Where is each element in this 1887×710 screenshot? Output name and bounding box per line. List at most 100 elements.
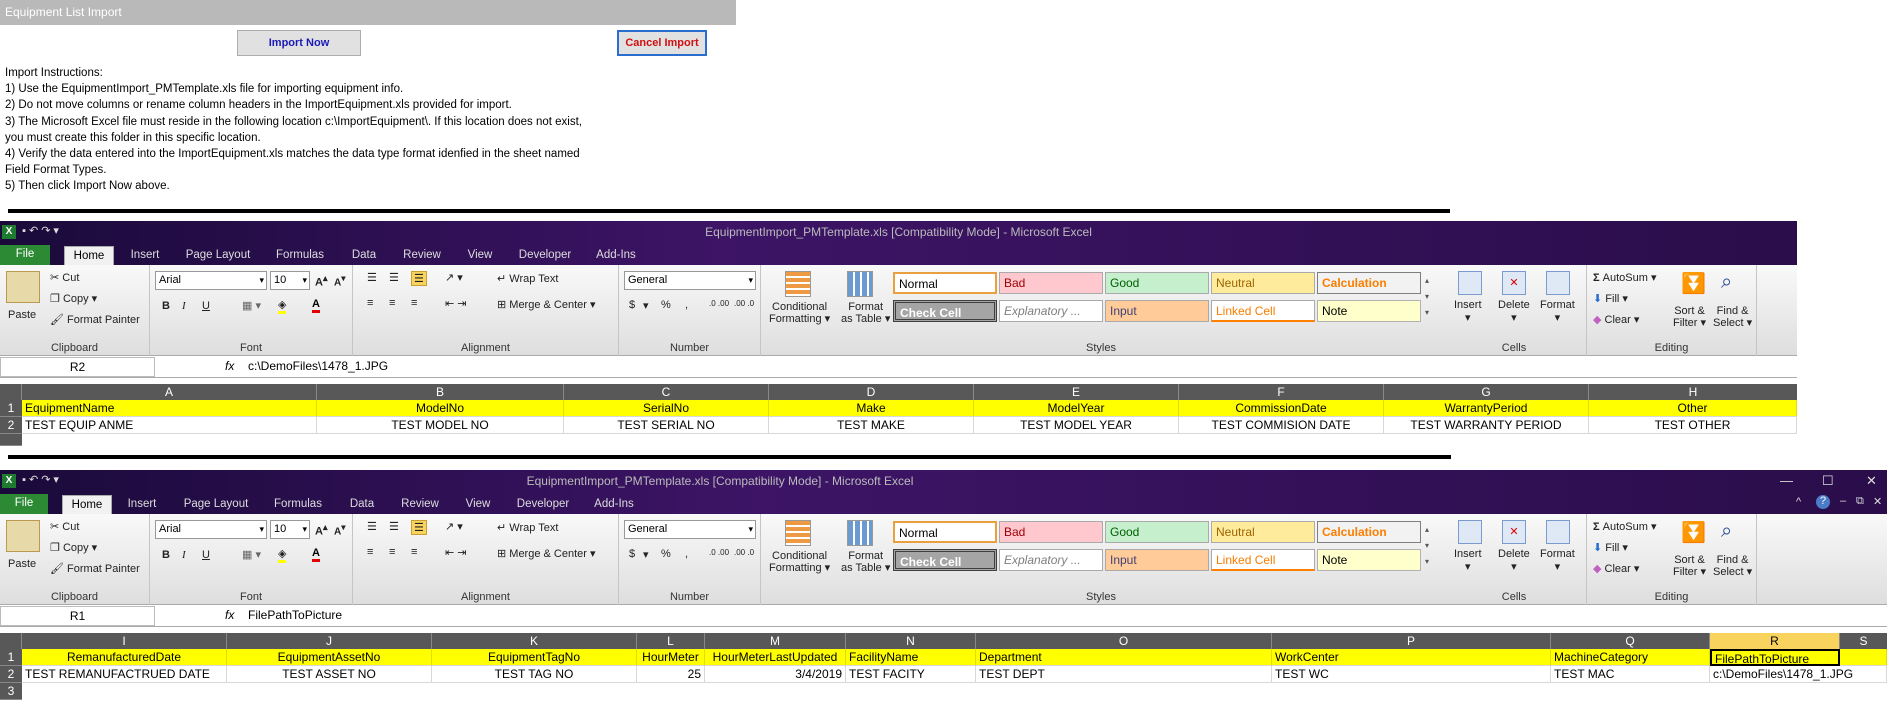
- italic-button[interactable]: I: [182, 300, 186, 312]
- binoculars-icon[interactable]: ⌕: [1721, 520, 1732, 543]
- col-header-m[interactable]: M: [705, 633, 846, 649]
- insert-cells-icon[interactable]: [1458, 271, 1482, 295]
- style-good[interactable]: Good: [1105, 272, 1209, 294]
- formula-input[interactable]: FilePathToPicture: [248, 608, 342, 622]
- delete-button[interactable]: Delete ▾: [1498, 548, 1530, 573]
- col-header-d[interactable]: D: [769, 384, 974, 400]
- tab-data[interactable]: Data: [344, 246, 384, 265]
- cell[interactable]: ModelYear: [974, 400, 1179, 417]
- cell[interactable]: WorkCenter: [1272, 649, 1551, 666]
- cell[interactable]: RemanufacturedDate: [22, 649, 227, 666]
- italic-button[interactable]: I: [182, 549, 186, 561]
- merge-center-button[interactable]: ⊞ Merge & Center ▾: [497, 298, 596, 311]
- style-good[interactable]: Good: [1105, 521, 1209, 543]
- tab-insert[interactable]: Insert: [120, 495, 164, 514]
- format-cells-icon[interactable]: [1546, 271, 1570, 295]
- number-format-select[interactable]: General: [624, 520, 756, 539]
- format-as-table-icon[interactable]: [847, 520, 873, 546]
- underline-button[interactable]: U: [202, 549, 210, 561]
- help-icon[interactable]: ?: [1816, 495, 1830, 509]
- select-all-corner[interactable]: [0, 384, 22, 400]
- select-all-corner[interactable]: [0, 633, 22, 649]
- cell[interactable]: HourMeter: [637, 649, 705, 666]
- style-calculation[interactable]: Calculation: [1317, 272, 1421, 294]
- col-header-c[interactable]: C: [564, 384, 769, 400]
- orientation-icon[interactable]: ↗ ▾: [445, 520, 463, 533]
- delete-button[interactable]: Delete ▾: [1498, 299, 1530, 324]
- delete-cells-icon[interactable]: ✕: [1502, 520, 1526, 544]
- col-header-l[interactable]: L: [637, 633, 705, 649]
- currency-button[interactable]: $: [629, 548, 635, 560]
- close-icon[interactable]: ✕: [1866, 473, 1877, 489]
- col-header-r[interactable]: R: [1710, 633, 1840, 649]
- style-bad[interactable]: Bad: [999, 521, 1103, 543]
- copy-button[interactable]: ❐ Copy ▾: [50, 292, 97, 305]
- styles-scroll-icon[interactable]: ▴ ▾ ▾: [1425, 522, 1429, 570]
- align-bottom-icon[interactable]: ☰: [411, 520, 427, 535]
- style-explanatory[interactable]: Explanatory ...: [999, 549, 1103, 571]
- conditional-formatting-button[interactable]: Conditional Formatting ▾: [769, 550, 830, 574]
- shrink-font-icon[interactable]: A▾: [334, 522, 345, 537]
- col-header-o[interactable]: O: [976, 633, 1272, 649]
- cell[interactable]: TEST REMANUFACTRUED DATE: [22, 666, 227, 683]
- col-header-h[interactable]: H: [1589, 384, 1797, 400]
- format-as-table-button[interactable]: Format as Table ▾: [841, 301, 890, 325]
- col-header-a[interactable]: A: [22, 384, 317, 400]
- cell[interactable]: TEST WC: [1272, 666, 1551, 683]
- cell[interactable]: CommissionDate: [1179, 400, 1384, 417]
- style-input[interactable]: Input: [1105, 549, 1209, 571]
- tab-file[interactable]: File: [0, 245, 50, 265]
- cell[interactable]: 3/4/2019: [705, 666, 846, 683]
- align-top-icon[interactable]: ☰: [367, 271, 377, 284]
- col-header-e[interactable]: E: [974, 384, 1179, 400]
- col-header-s[interactable]: S: [1840, 633, 1887, 649]
- tab-review[interactable]: Review: [394, 495, 446, 514]
- align-center-icon[interactable]: ≡: [389, 297, 395, 309]
- currency-button[interactable]: $: [629, 299, 635, 311]
- sort-filter-icon[interactable]: ⏬: [1681, 271, 1706, 296]
- cell[interactable]: ModelNo: [317, 400, 564, 417]
- font-name-select[interactable]: Arial: [155, 271, 267, 290]
- row-header[interactable]: 2: [0, 666, 22, 683]
- tab-insert[interactable]: Insert: [123, 246, 167, 265]
- style-linked-cell[interactable]: Linked Cell: [1211, 549, 1315, 571]
- autosum-button[interactable]: Σ AutoSum ▾: [1593, 271, 1657, 284]
- binoculars-icon[interactable]: ⌕: [1721, 271, 1732, 294]
- format-cells-icon[interactable]: [1546, 520, 1570, 544]
- clear-button[interactable]: ◆ Clear ▾: [1593, 313, 1639, 326]
- style-note[interactable]: Note: [1317, 549, 1421, 571]
- orientation-icon[interactable]: ↗ ▾: [445, 271, 463, 284]
- col-header-n[interactable]: N: [846, 633, 976, 649]
- format-button[interactable]: Format ▾: [1540, 299, 1575, 324]
- font-color-icon[interactable]: A: [312, 547, 320, 562]
- conditional-formatting-icon[interactable]: [785, 271, 811, 297]
- paste-button[interactable]: Paste: [8, 309, 36, 321]
- style-note[interactable]: Note: [1317, 300, 1421, 322]
- cell[interactable]: [1840, 649, 1887, 666]
- cell[interactable]: FacilityName: [846, 649, 976, 666]
- name-box[interactable]: R2: [0, 357, 155, 377]
- cell[interactable]: TEST MODEL YEAR: [974, 417, 1179, 434]
- font-color-icon[interactable]: A: [312, 298, 320, 313]
- align-middle-icon[interactable]: ☰: [389, 520, 399, 533]
- fill-button[interactable]: ⬇ Fill ▾: [1593, 541, 1628, 554]
- tab-formulas[interactable]: Formulas: [268, 246, 332, 265]
- col-header-j[interactable]: J: [227, 633, 432, 649]
- cell[interactable]: TEST MODEL NO: [317, 417, 564, 434]
- merge-center-button[interactable]: ⊞ Merge & Center ▾: [497, 547, 596, 560]
- cell[interactable]: TEST WARRANTY PERIOD: [1384, 417, 1589, 434]
- cell[interactable]: EquipmentAssetNo: [227, 649, 432, 666]
- style-calculation[interactable]: Calculation: [1317, 521, 1421, 543]
- align-center-icon[interactable]: ≡: [389, 546, 395, 558]
- row-header[interactable]: 1: [0, 400, 22, 417]
- percent-button[interactable]: %: [661, 548, 671, 560]
- import-now-button[interactable]: Import Now: [237, 30, 361, 56]
- format-as-table-icon[interactable]: [847, 271, 873, 297]
- decrease-decimal-button[interactable]: .00 .0: [734, 548, 754, 557]
- insert-button[interactable]: Insert ▾: [1454, 299, 1482, 324]
- underline-button[interactable]: U: [202, 300, 210, 312]
- sort-filter-button[interactable]: Sort & Filter ▾: [1673, 305, 1706, 329]
- cell[interactable]: Department: [976, 649, 1272, 666]
- cell[interactable]: SerialNo: [564, 400, 769, 417]
- copy-button[interactable]: ❐ Copy ▾: [50, 541, 97, 554]
